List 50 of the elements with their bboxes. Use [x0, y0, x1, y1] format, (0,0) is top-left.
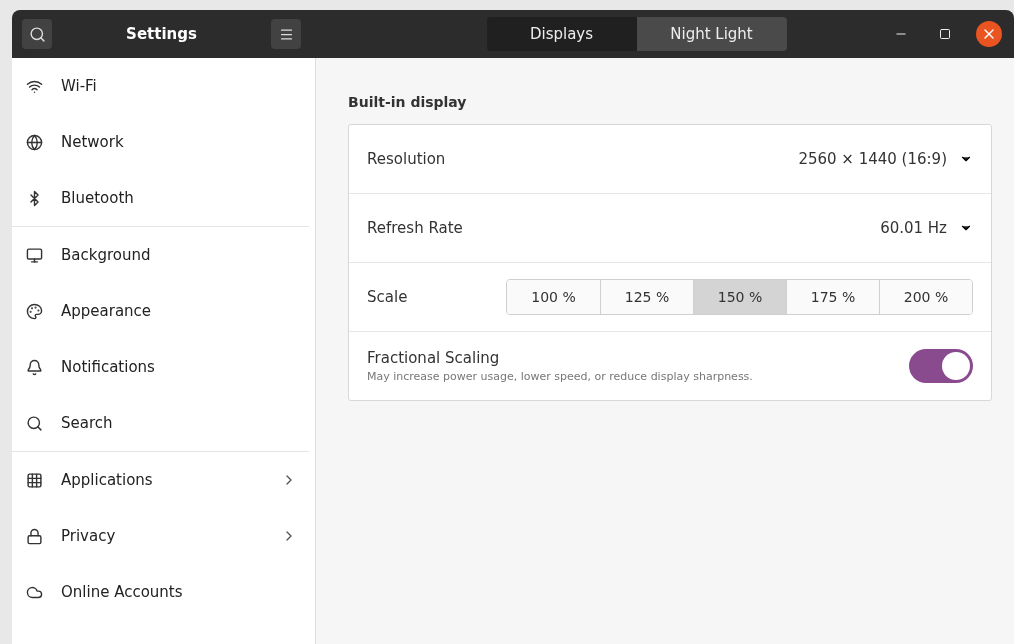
row-label: Scale [367, 288, 408, 306]
sidebar-item[interactable]: Appearance [12, 283, 315, 339]
monitor-icon [26, 246, 43, 264]
sidebar-item[interactable]: Privacy [12, 508, 315, 564]
item-label: Network [61, 133, 125, 151]
toggle-switch[interactable] [909, 349, 973, 383]
item-label: Online Accounts [61, 583, 184, 601]
row-label: Resolution [367, 150, 446, 168]
grid-icon [26, 471, 43, 489]
sidebar-item[interactable]: Network [12, 114, 315, 170]
search-button[interactable] [22, 19, 52, 49]
close-button[interactable] [976, 21, 1002, 47]
refresh-rate-dropdown[interactable]: 60.01 Hz [880, 215, 973, 241]
item-label: Applications [61, 471, 154, 489]
item-label: Appearance [61, 302, 153, 320]
search-icon [26, 414, 43, 432]
menu-button[interactable] [271, 19, 301, 49]
palette-icon [26, 302, 43, 320]
scale-option[interactable]: 200 % [879, 280, 972, 314]
sidebar-item[interactable]: Notifications [12, 339, 315, 395]
sidebar-item[interactable]: Wi-Fi [12, 58, 315, 114]
tab[interactable]: Displays [486, 17, 637, 51]
sidebar-item[interactable]: Background [12, 227, 315, 283]
item-label: Notifications [61, 358, 156, 376]
scale-option[interactable]: 125 % [600, 280, 693, 314]
menu-icon [278, 26, 294, 42]
lock-icon [26, 527, 43, 545]
item-label: Search [61, 414, 114, 432]
item-label: Bluetooth [61, 189, 135, 207]
search-icon [28, 25, 46, 43]
row-label: Fractional Scaling [367, 349, 501, 367]
bell-icon [26, 358, 43, 376]
scale-option[interactable]: 175 % [786, 280, 879, 314]
item-label: Privacy [61, 527, 117, 545]
globe-icon [26, 133, 43, 151]
sidebar-item[interactable]: Search [12, 395, 315, 451]
section-heading: Built-in display [348, 94, 468, 110]
row-label: Refresh Rate [367, 219, 463, 237]
tab[interactable]: Night Light [636, 17, 787, 51]
sidebar-item[interactable]: Bluetooth [12, 170, 315, 226]
sidebar-item[interactable]: Online Accounts [12, 564, 315, 620]
resolution-dropdown[interactable]: 2560 × 1440 (16:9) [798, 146, 973, 172]
item-label: Background [61, 246, 152, 264]
sidebar-item[interactable]: Applications [12, 452, 315, 508]
item-label: Wi-Fi [61, 77, 98, 95]
maximize-icon [939, 28, 951, 40]
window-title: Settings [126, 25, 197, 43]
scale-option[interactable]: 150 % [693, 280, 786, 314]
scale-option[interactable]: 100 % [507, 280, 600, 314]
row-description: May increase power usage, lower speed, or reduce display sharpness. [367, 370, 753, 383]
